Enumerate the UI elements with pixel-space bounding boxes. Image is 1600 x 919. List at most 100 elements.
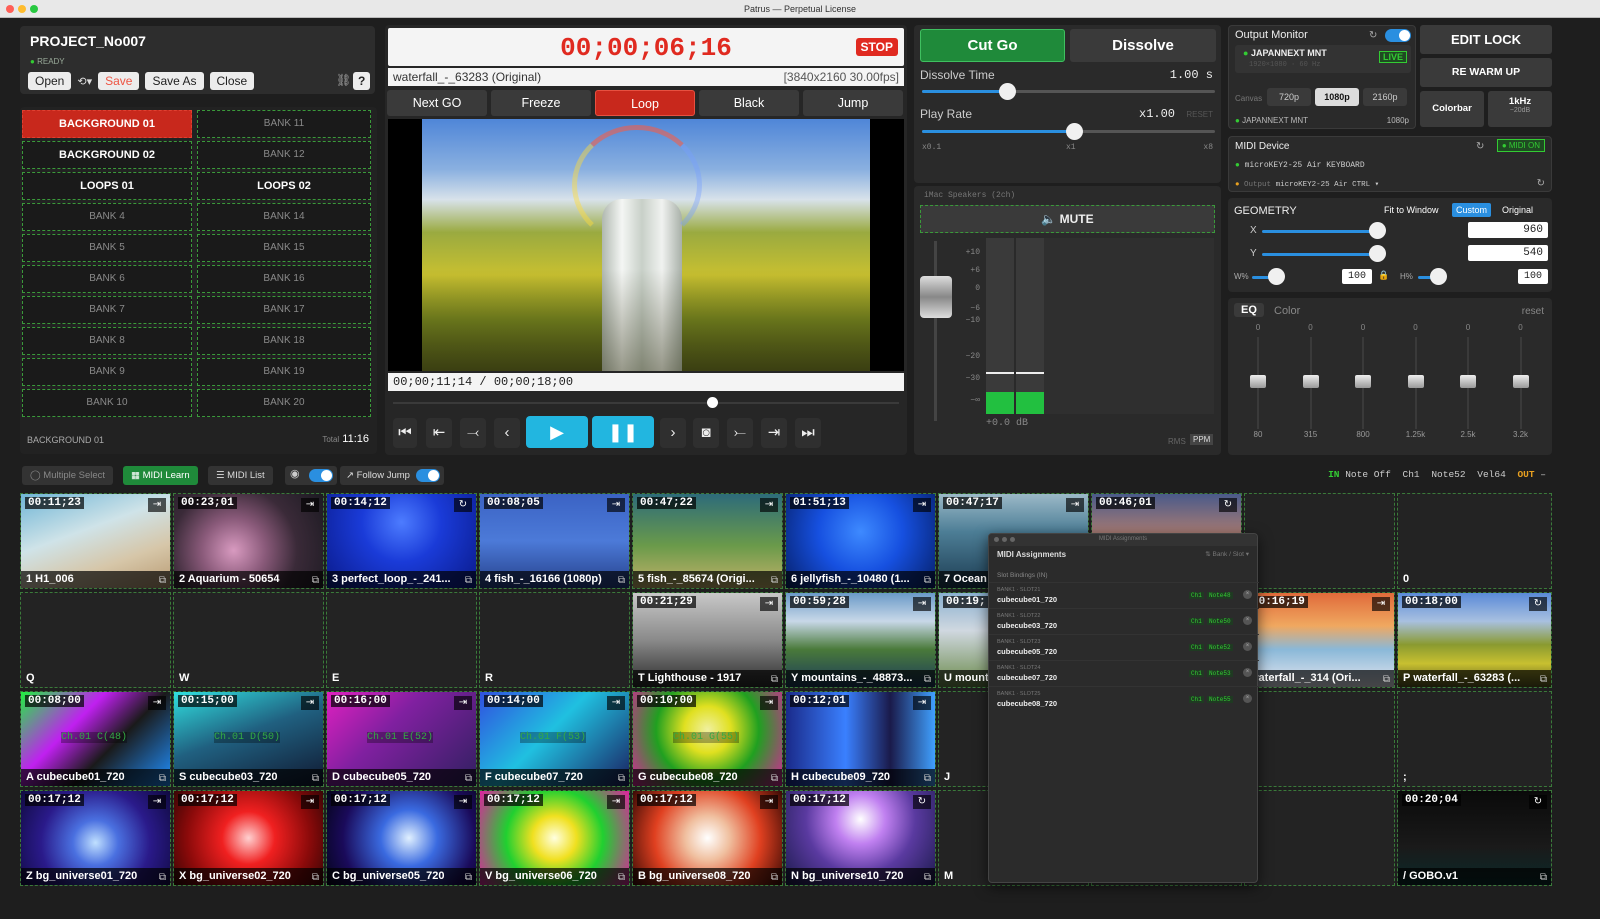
bank-button[interactable]: BANK 7 — [22, 296, 192, 324]
loop-mode-icon[interactable]: ↻ — [1219, 498, 1237, 512]
set-out-point-icon[interactable]: ⇥ — [761, 418, 787, 448]
geometry-mode-custom[interactable]: Custom — [1452, 203, 1492, 217]
duplicate-icon[interactable]: ⧉ — [159, 773, 166, 784]
volume-fader-handle[interactable] — [920, 276, 952, 318]
midi-refresh-icon[interactable]: ↻ — [1476, 141, 1484, 152]
play-rate-slider-handle[interactable] — [1066, 123, 1084, 140]
open-button[interactable]: Open — [28, 72, 72, 90]
clip-slot[interactable]: ; — [1397, 691, 1552, 787]
duplicate-icon[interactable]: ⧉ — [312, 773, 319, 784]
duplicate-icon[interactable]: ⧉ — [618, 872, 625, 883]
clip-slot[interactable]: 00:16;00 ⇥ Ch.01 E(52) D cubecube05_720 ⧉ — [326, 691, 477, 787]
lock-aspect-icon[interactable]: 🔒 — [1378, 270, 1389, 281]
duplicate-icon[interactable]: ⧉ — [618, 773, 625, 784]
bank-button[interactable]: BANK 12 — [197, 141, 371, 169]
midi-assignment-row[interactable]: BANK1 · SLOT21 cubecube01_720 Ch1 Note48 × — [989, 582, 1259, 608]
snapshot-camera-icon[interactable]: ◙ — [693, 418, 719, 448]
duplicate-icon[interactable]: ⧉ — [771, 674, 778, 685]
next-mode-icon[interactable]: ⇥ — [148, 795, 166, 809]
duplicate-icon[interactable]: ⧉ — [159, 575, 166, 586]
clip-slot[interactable]: 00:11;23 ⇥ 1 H1_006 ⧉ — [20, 493, 171, 589]
follow-jump-toggle[interactable]: ↗ Follow Jump — [340, 466, 444, 485]
bank-button[interactable]: LOOPS 02 — [197, 172, 371, 200]
save-as-button[interactable]: Save As — [145, 72, 204, 90]
ppm-toggle[interactable]: PPM — [1190, 434, 1214, 445]
x-slider[interactable] — [1262, 230, 1384, 233]
clip-slot[interactable]: 0 — [1397, 493, 1552, 589]
duplicate-icon[interactable]: ⧉ — [771, 575, 778, 586]
rewarm-button[interactable]: RE WARM UP — [1420, 58, 1552, 87]
duplicate-icon[interactable]: ⧉ — [1540, 872, 1547, 883]
duplicate-icon[interactable]: ⧉ — [924, 674, 931, 685]
clip-slot[interactable]: 01:51;13 ⇥ 6 jellyfish_-_10480 (1... ⧉ — [785, 493, 936, 589]
next-mode-icon[interactable]: ⇥ — [1066, 498, 1084, 512]
multiple-select-button[interactable]: ◯ Multiple Select — [22, 466, 114, 485]
dissolve-button[interactable]: Dissolve — [1070, 29, 1216, 62]
set-in-point-icon[interactable]: ⇤ — [426, 418, 452, 448]
zoom-window-icon[interactable] — [30, 5, 38, 13]
clip-slot[interactable]: 00:47;22 ⇥ 5 fish_-_85674 (Origi... ⧉ — [632, 493, 783, 589]
clip-slot[interactable]: W — [173, 592, 324, 688]
duplicate-icon[interactable]: ⧉ — [618, 575, 625, 586]
eq-band-handle[interactable] — [1250, 375, 1266, 388]
bank-button[interactable]: BANK 9 — [22, 358, 192, 386]
duplicate-icon[interactable]: ⧉ — [771, 773, 778, 784]
pause-button[interactable]: ❚❚ — [592, 416, 654, 448]
scrub-bar[interactable] — [393, 397, 899, 408]
clip-slot[interactable]: 00:20;04 ↻ / GOBO.v1 ⧉ — [1397, 790, 1552, 886]
geometry-mode-original[interactable]: Original — [1498, 203, 1537, 217]
bank-button[interactable]: BANK 19 — [197, 358, 371, 386]
bank-button[interactable]: BANK 4 — [22, 203, 192, 231]
edit-lock-button[interactable]: EDIT LOCK — [1420, 25, 1552, 54]
next-mode-icon[interactable]: ⇥ — [760, 696, 778, 710]
bank-button[interactable]: BANK 8 — [22, 327, 192, 355]
clip-slot[interactable]: 00:21;29 ⇥ T Lighthouse - 1917 ⧉ — [632, 592, 783, 688]
eq-band-handle[interactable] — [1512, 375, 1529, 388]
clip-slot[interactable]: 00:17;12 ⇥ V bg_universe06_720 ⧉ — [479, 790, 630, 886]
y-slider-handle[interactable] — [1369, 245, 1386, 262]
colorbar-button[interactable]: Colorbar — [1420, 91, 1484, 127]
clip-slot[interactable]: 00:15;00 ⇥ Ch.01 D(50) S cubecube03_720 ⧉ — [173, 691, 324, 787]
canvas-option-2160p[interactable]: 2160p — [1363, 88, 1407, 106]
loop-mode-icon[interactable]: ↻ — [1529, 597, 1547, 611]
dissolve-slider-handle[interactable] — [998, 83, 1016, 100]
volume-fader-track[interactable] — [934, 241, 937, 421]
scrub-handle[interactable] — [706, 397, 718, 408]
play-button[interactable]: ▶ — [526, 416, 588, 448]
clip-slot[interactable]: 00:17;12 ⇥ Z bg_universe01_720 ⧉ — [20, 790, 171, 886]
loop-mode-icon[interactable]: ↻ — [913, 795, 931, 809]
bank-button[interactable]: BANK 11 — [197, 110, 371, 138]
visibility-toggle[interactable]: ◉ — [285, 466, 337, 485]
clip-slot[interactable]: 00:17;12 ⇥ C bg_universe05_720 ⧉ — [326, 790, 477, 886]
stop-button[interactable]: STOP — [855, 38, 898, 56]
clip-slot[interactable]: 00:10;00 ⇥ Ch.01 G(55) G cubecube08_720 ⧉ — [632, 691, 783, 787]
bank-button[interactable]: BANK 17 — [197, 296, 371, 324]
bank-button[interactable]: BANK 10 — [22, 389, 192, 417]
midi-assignment-row[interactable]: BANK1 · SLOT23 cubecube05_720 Ch1 Note52 × — [989, 634, 1259, 660]
clip-slot[interactable]: 00:08;00 ⇥ Ch.01 C(48) A cubecube01_720 ⧉ — [20, 691, 171, 787]
bank-button[interactable]: LOOPS 01 — [22, 172, 192, 200]
eq-band-handle[interactable] — [1407, 375, 1424, 388]
transport-freeze-button[interactable]: Freeze — [491, 90, 591, 116]
next-mode-icon[interactable]: ⇥ — [607, 498, 625, 512]
midi-on-badge[interactable]: ● MIDI ON — [1496, 139, 1545, 152]
canvas-option-720p[interactable]: 720p — [1267, 88, 1311, 106]
link-icon[interactable]: ⛓ — [336, 73, 351, 87]
clip-slot[interactable]: 00:17;12 ⇥ B bg_universe08_720 ⧉ — [632, 790, 783, 886]
step-back-icon[interactable]: ‹ — [494, 418, 520, 448]
y-slider[interactable] — [1262, 253, 1384, 256]
next-mode-icon[interactable]: ⇥ — [148, 498, 166, 512]
next-mode-icon[interactable]: ⇥ — [301, 795, 319, 809]
close-project-button[interactable]: Close — [209, 72, 255, 90]
next-mode-icon[interactable]: ⇥ — [607, 696, 625, 710]
next-mode-icon[interactable]: ⇥ — [760, 498, 778, 512]
go-last-icon[interactable]: ⏭ — [795, 418, 821, 448]
clip-slot[interactable]: 00:59;28 ⇥ Y mountains_-_48873... ⧉ — [785, 592, 936, 688]
duplicate-icon[interactable]: ⧉ — [465, 575, 472, 586]
midi-assignment-row[interactable]: BANK1 · SLOT24 cubecube07_720 Ch1 Note53 × — [989, 660, 1259, 686]
bank-button[interactable]: BACKGROUND 01 — [22, 110, 192, 138]
midi-output-refresh-icon[interactable]: ↻ — [1537, 178, 1545, 189]
clip-slot[interactable]: Q — [20, 592, 171, 688]
midi-assignment-row[interactable]: BANK1 · SLOT22 cubecube03_720 Ch1 Note50 × — [989, 608, 1259, 634]
transport-next-go-button[interactable]: Next GO — [387, 90, 487, 116]
